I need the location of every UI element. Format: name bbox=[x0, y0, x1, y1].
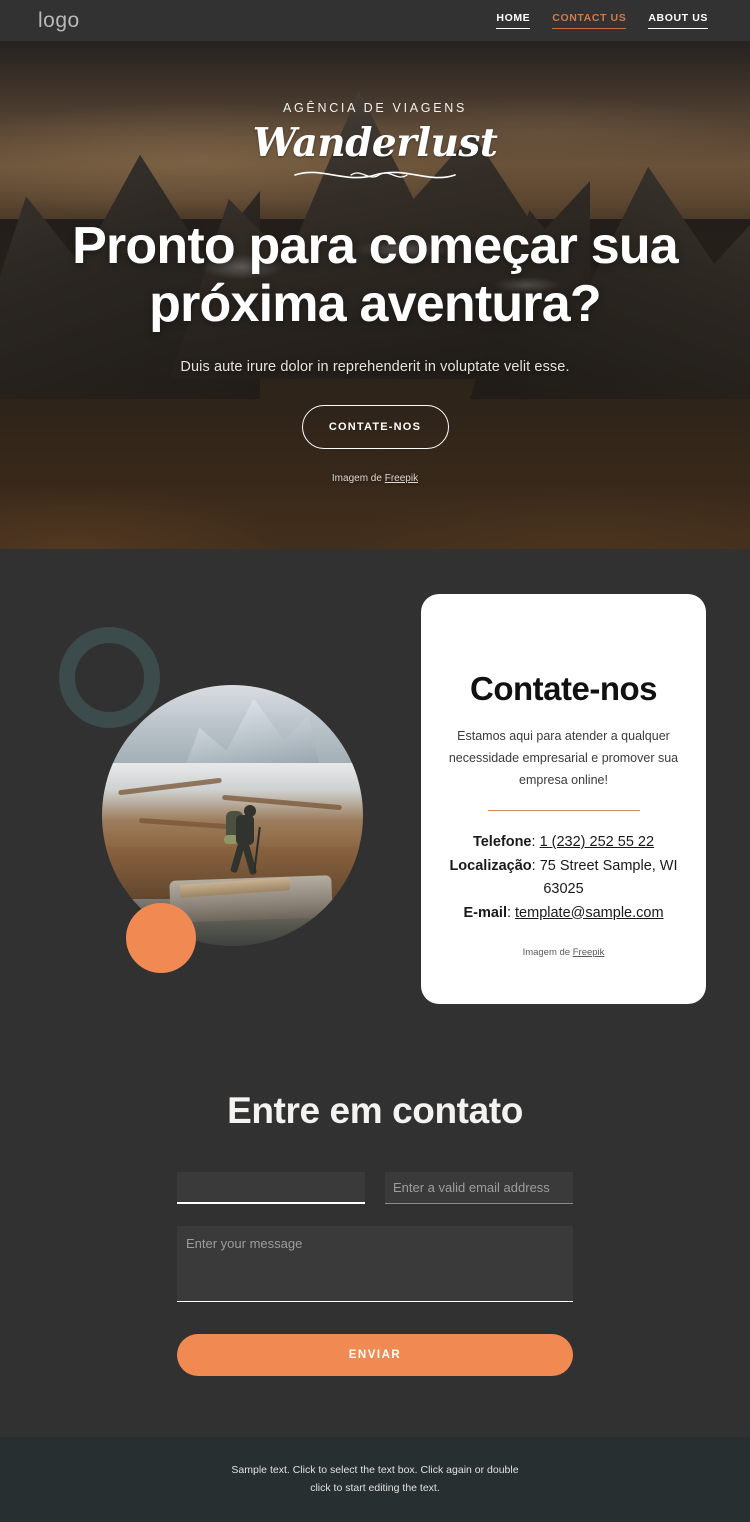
page-root: logo HOME CONTACT US ABOUT US AGÊNCIA DE… bbox=[0, 0, 750, 1522]
card-credit-prefix: Imagem de bbox=[522, 947, 571, 959]
hero-eyebrow: AGÊNCIA DE VIAGENS bbox=[282, 101, 468, 115]
hero-title: Pronto para começar sua próxima aventura… bbox=[72, 216, 679, 334]
footer-line-1: Sample text. Click to select the text bo… bbox=[231, 1463, 519, 1476]
photo-hiker-figure bbox=[222, 803, 268, 889]
contact-info-card: Contate-nos Estamos aqui para atender a … bbox=[421, 594, 706, 1004]
hero-brand-script: Wanderlust bbox=[252, 120, 498, 166]
footer-text: Sample text. Click to select the text bo… bbox=[231, 1462, 518, 1498]
card-phone-label: Telefone bbox=[472, 834, 532, 851]
email-input[interactable] bbox=[385, 1172, 573, 1204]
site-header: logo HOME CONTACT US ABOUT US bbox=[0, 0, 750, 41]
card-email-colon: : bbox=[506, 904, 516, 921]
form-section-title: Entre em contato bbox=[227, 1090, 523, 1131]
nav-item-home[interactable]: HOME bbox=[496, 12, 531, 29]
decorative-orange-circle bbox=[126, 903, 196, 973]
card-location-colon: : bbox=[531, 857, 540, 874]
hero-credit-link[interactable]: Freepik bbox=[385, 473, 418, 484]
hero-image-credit: Imagem de Freepik bbox=[332, 473, 418, 484]
hero-cta-button[interactable]: CONTATE-NOS bbox=[301, 405, 449, 450]
card-credit-link[interactable]: Freepik bbox=[573, 947, 605, 958]
hero-subtitle: Duis aute irure dolor in reprehenderit i… bbox=[180, 359, 570, 376]
message-textarea[interactable] bbox=[177, 1226, 573, 1302]
card-location-value: 75 Street Sample, WI 63025 bbox=[539, 857, 678, 898]
card-phone-colon: : bbox=[531, 834, 540, 851]
card-phone-row: Telefone: 1 (232) 252 55 22 bbox=[443, 831, 684, 854]
hero-section: AGÊNCIA DE VIAGENS Wanderlust Pronto par… bbox=[0, 41, 750, 549]
nav-item-about-us[interactable]: ABOUT US bbox=[648, 12, 708, 29]
card-image-credit: Imagem de Freepik bbox=[523, 947, 605, 958]
card-title: Contate-nos bbox=[470, 670, 658, 707]
main-navigation: HOME CONTACT US ABOUT US bbox=[496, 12, 708, 29]
card-location-row: Localização: 75 Street Sample, WI 63025 bbox=[443, 855, 684, 902]
card-email-value[interactable]: template@sample.com bbox=[515, 905, 664, 921]
hero-credit-prefix: Imagem de bbox=[331, 473, 382, 485]
card-description: Estamos aqui para atender a qualquer nec… bbox=[448, 729, 679, 787]
contact-form: ENVIAR bbox=[177, 1172, 573, 1376]
card-location-label: Localização bbox=[449, 857, 532, 874]
contact-form-section: Entre em contato ENVIAR bbox=[0, 1060, 750, 1437]
site-logo[interactable]: logo bbox=[38, 9, 80, 33]
card-phone-value[interactable]: 1 (232) 252 55 22 bbox=[540, 834, 654, 850]
footer-line-2: click to start editing the text. bbox=[310, 1481, 440, 1494]
hiker-trekking-pole bbox=[253, 826, 261, 873]
name-input[interactable] bbox=[177, 1172, 365, 1204]
form-row-top bbox=[177, 1172, 573, 1204]
card-email-label: E-mail bbox=[463, 904, 507, 921]
site-footer: Sample text. Click to select the text bo… bbox=[0, 1437, 750, 1522]
nav-item-contact-us[interactable]: CONTACT US bbox=[552, 12, 627, 29]
flourish-icon bbox=[287, 166, 463, 189]
card-contact-details: Telefone: 1 (232) 252 55 22 Localização:… bbox=[443, 831, 684, 925]
hero-content: AGÊNCIA DE VIAGENS Wanderlust Pronto par… bbox=[0, 41, 750, 549]
hiker-torso bbox=[236, 814, 255, 845]
card-email-row: E-mail: template@sample.com bbox=[443, 902, 684, 925]
submit-button[interactable]: ENVIAR bbox=[177, 1334, 573, 1376]
card-divider bbox=[487, 809, 640, 812]
hiker-photo-circle bbox=[102, 685, 363, 946]
